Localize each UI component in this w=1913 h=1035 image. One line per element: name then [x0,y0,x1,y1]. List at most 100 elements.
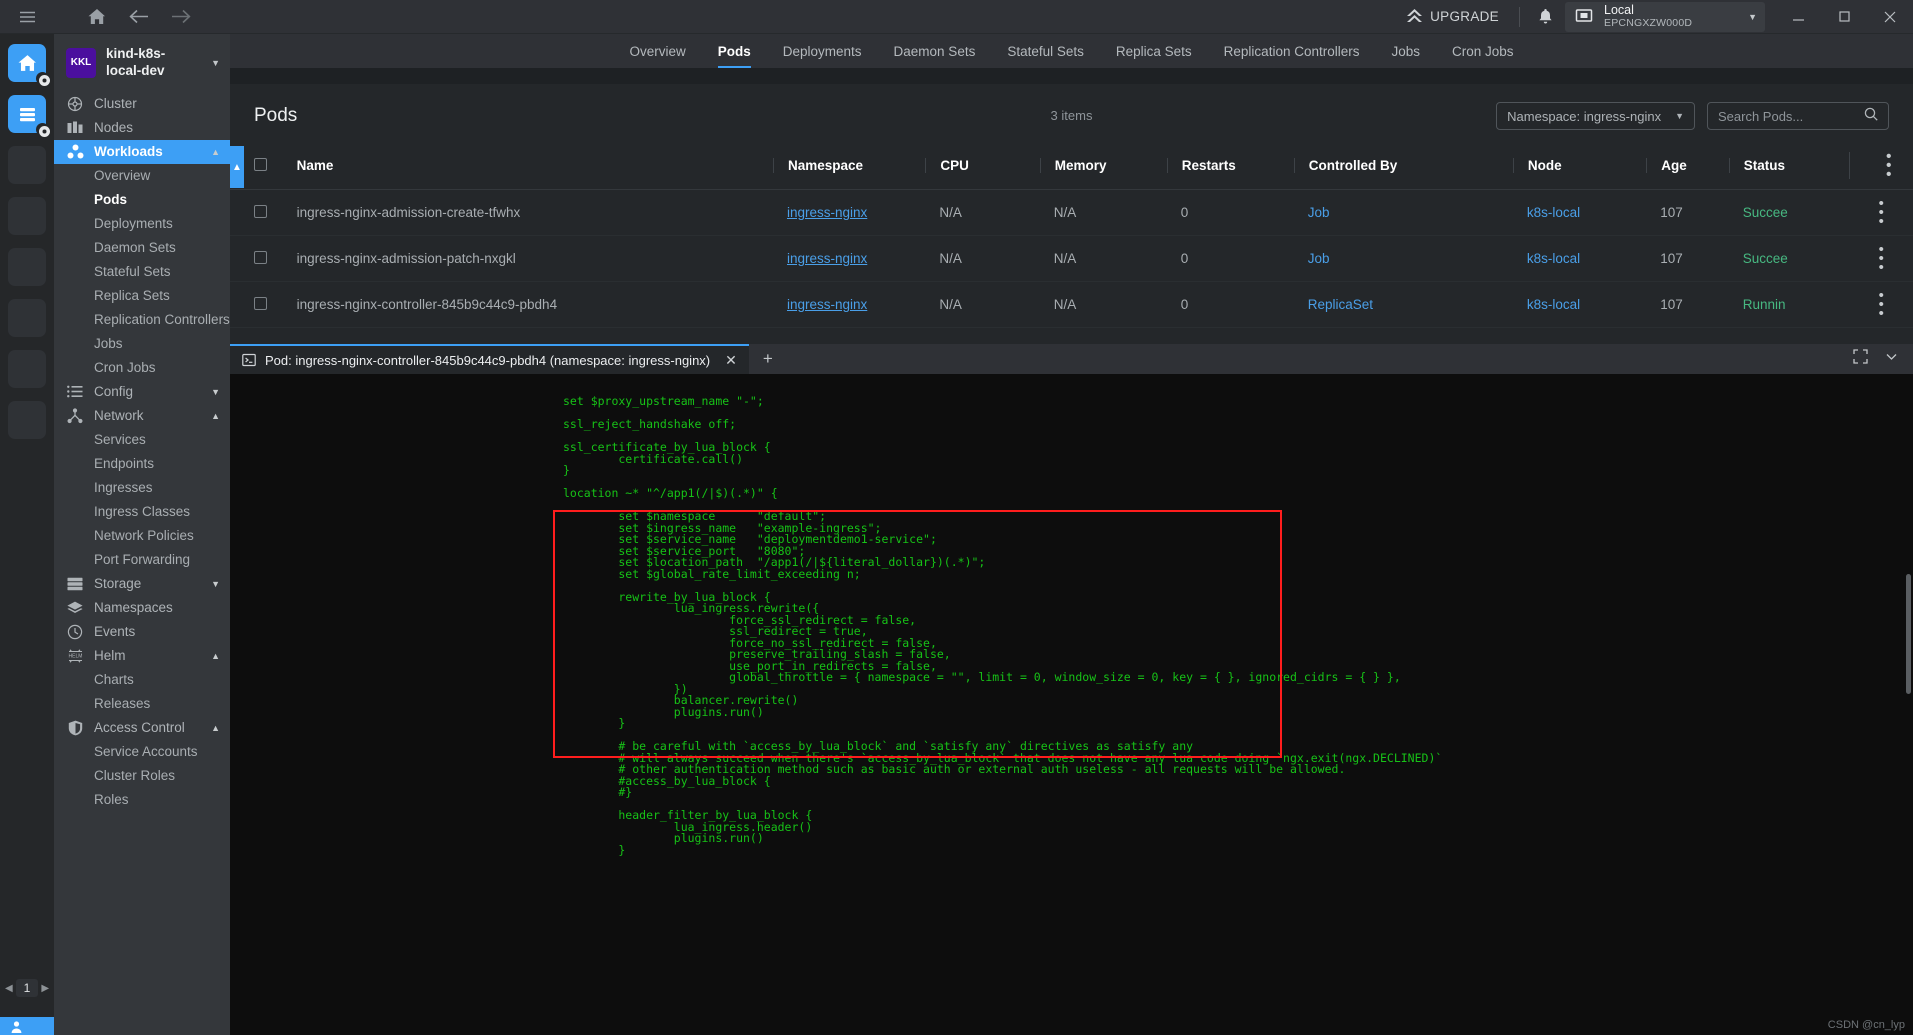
cell-controlled-by[interactable]: ReplicaSet [1293,281,1513,328]
sidebar-item-config[interactable]: Config ▼ [54,380,230,404]
rail-cluster-button[interactable] [8,95,50,137]
search-pods-box[interactable] [1707,102,1889,130]
cell-namespace[interactable]: ingress-nginx [772,281,926,328]
kebab-menu-icon[interactable]: • • • [1849,196,1913,229]
column-header-status[interactable]: Status [1728,144,1850,190]
controlled-by-link[interactable]: Job [1308,251,1330,266]
rail-slot[interactable] [8,146,46,184]
controlled-by-link[interactable]: ReplicaSet [1308,297,1373,312]
rail-slot[interactable] [8,350,46,388]
sidebar-item-ingresses[interactable]: Ingresses [54,476,230,500]
fullscreen-icon[interactable] [1853,349,1868,369]
sidebar-item-daemon-sets[interactable]: Daemon Sets [54,236,230,260]
cell-name[interactable]: ingress-nginx-admission-patch-nxgkl [296,235,773,282]
cluster-context-chip[interactable]: Local EPCNGXZW000D ▼ [1565,1,1765,32]
sidebar-item-services[interactable]: Services [54,428,230,452]
sidebar-item-nodes[interactable]: Nodes [54,116,230,140]
node-link[interactable]: k8s-local [1527,251,1580,266]
sidebar-item-port-forwarding[interactable]: Port Forwarding [54,548,230,572]
row-checkbox[interactable] [254,296,267,310]
tab-jobs[interactable]: Jobs [1375,34,1436,68]
tab-replication-controllers[interactable]: Replication Controllers [1208,34,1376,68]
close-icon[interactable]: ✕ [725,352,737,369]
sidebar-item-pods[interactable]: Pods [54,188,230,212]
column-header-age[interactable]: Age [1646,144,1729,190]
cell-node[interactable]: k8s-local [1512,235,1647,282]
chevron-down-icon[interactable]: ▼ [211,387,220,397]
pager-prev-icon[interactable]: ◀ [5,983,13,994]
arrow-right-icon[interactable] [162,2,200,32]
column-header-name[interactable]: Name [296,144,773,190]
user-avatar[interactable] [0,1017,54,1035]
dock-tab-pod-shell[interactable]: Pod: ingress-nginx-controller-845b9c44c9… [230,344,749,374]
sidebar-item-releases[interactable]: Releases [54,692,230,716]
column-header-controlled-by[interactable]: Controlled By [1293,144,1513,190]
sidebar-item-workloads[interactable]: Workloads ▲ [54,139,230,164]
chevron-down-icon[interactable]: ▼ [209,58,220,68]
sidebar-item-namespaces[interactable]: Namespaces [54,596,230,620]
search-icon[interactable] [1864,107,1878,126]
namespace-link[interactable]: ingress-nginx [787,251,867,266]
sidebar-item-network[interactable]: Network ▲ [54,404,230,428]
kebab-menu-icon[interactable]: • • • [1849,288,1913,321]
kebab-menu-icon[interactable]: • • • [1849,149,1913,182]
node-link[interactable]: k8s-local [1527,205,1580,220]
table-row[interactable]: ingress-nginx-admission-patch-nxgkl ingr… [230,235,1913,282]
tab-overview[interactable]: Overview [613,34,701,68]
controlled-by-link[interactable]: Job [1308,205,1330,220]
sidebar-item-deployments[interactable]: Deployments [54,212,230,236]
sidebar-item-ingress-classes[interactable]: Ingress Classes [54,500,230,524]
sidebar-item-cron-jobs[interactable]: Cron Jobs [54,356,230,380]
chevron-down-icon[interactable] [1884,349,1899,369]
sidebar-item-helm[interactable]: HELM Helm ▲ [54,644,230,668]
rail-slot[interactable] [8,197,46,235]
chevron-down-icon[interactable]: ▼ [211,579,220,589]
table-row[interactable]: ingress-nginx-admission-create-tfwhx ing… [230,189,1913,236]
gear-icon[interactable] [37,124,51,138]
rail-home-button[interactable] [8,44,50,86]
sidebar-item-storage[interactable]: Storage ▼ [54,572,230,596]
sidebar-item-service-accounts[interactable]: Service Accounts [54,740,230,764]
tab-replica-sets[interactable]: Replica Sets [1100,34,1208,68]
row-menu-cell[interactable]: • • • [1849,281,1913,328]
cell-name[interactable]: ingress-nginx-admission-create-tfwhx [296,189,773,236]
sidebar-item-endpoints[interactable]: Endpoints [54,452,230,476]
column-options-menu[interactable]: • • • [1849,144,1913,190]
rail-slot[interactable] [8,401,46,439]
tab-pods[interactable]: Pods [702,34,767,68]
chevron-up-icon[interactable]: ▲ [211,723,220,733]
chevron-up-icon[interactable]: ▲ [211,411,220,421]
node-link[interactable]: k8s-local [1527,297,1580,312]
scroll-to-top-button[interactable]: ▲ [230,146,244,188]
sidebar-item-stateful-sets[interactable]: Stateful Sets [54,260,230,284]
sidebar-item-replica-sets[interactable]: Replica Sets [54,284,230,308]
home-icon[interactable] [78,2,116,32]
chevron-down-icon[interactable]: ▼ [1742,12,1757,22]
select-all-checkbox[interactable] [254,157,267,171]
table-row[interactable]: ingress-nginx-controller-845b9c44c9-pbdh… [230,281,1913,328]
tab-cron-jobs[interactable]: Cron Jobs [1436,34,1530,68]
sidebar-item-access-control[interactable]: Access Control ▲ [54,716,230,740]
tab-stateful-sets[interactable]: Stateful Sets [991,34,1100,68]
column-header-namespace[interactable]: Namespace [772,144,926,190]
maximize-icon[interactable] [1821,0,1867,34]
sidebar-item-cluster[interactable]: Cluster [54,92,230,116]
rail-slot[interactable] [8,299,46,337]
row-checkbox[interactable] [254,204,267,218]
row-select-cell[interactable] [230,281,297,328]
close-icon[interactable] [1867,0,1913,34]
gear-icon[interactable] [37,73,51,87]
sidebar-item-jobs[interactable]: Jobs [54,332,230,356]
cell-controlled-by[interactable]: Job [1293,235,1513,282]
row-select-cell[interactable] [230,235,297,282]
cell-controlled-by[interactable]: Job [1293,189,1513,236]
sidebar-item-charts[interactable]: Charts [54,668,230,692]
cell-node[interactable]: k8s-local [1512,281,1647,328]
namespace-link[interactable]: ingress-nginx [787,205,867,220]
sidebar-item-events[interactable]: Events [54,620,230,644]
search-input[interactable] [1718,108,1858,124]
cell-name[interactable]: ingress-nginx-controller-845b9c44c9-pbdh… [296,281,773,328]
pager-next-icon[interactable]: ▶ [41,983,49,994]
cell-namespace[interactable]: ingress-nginx [772,189,926,236]
sidebar-item-replication-controllers[interactable]: Replication Controllers [54,308,230,332]
